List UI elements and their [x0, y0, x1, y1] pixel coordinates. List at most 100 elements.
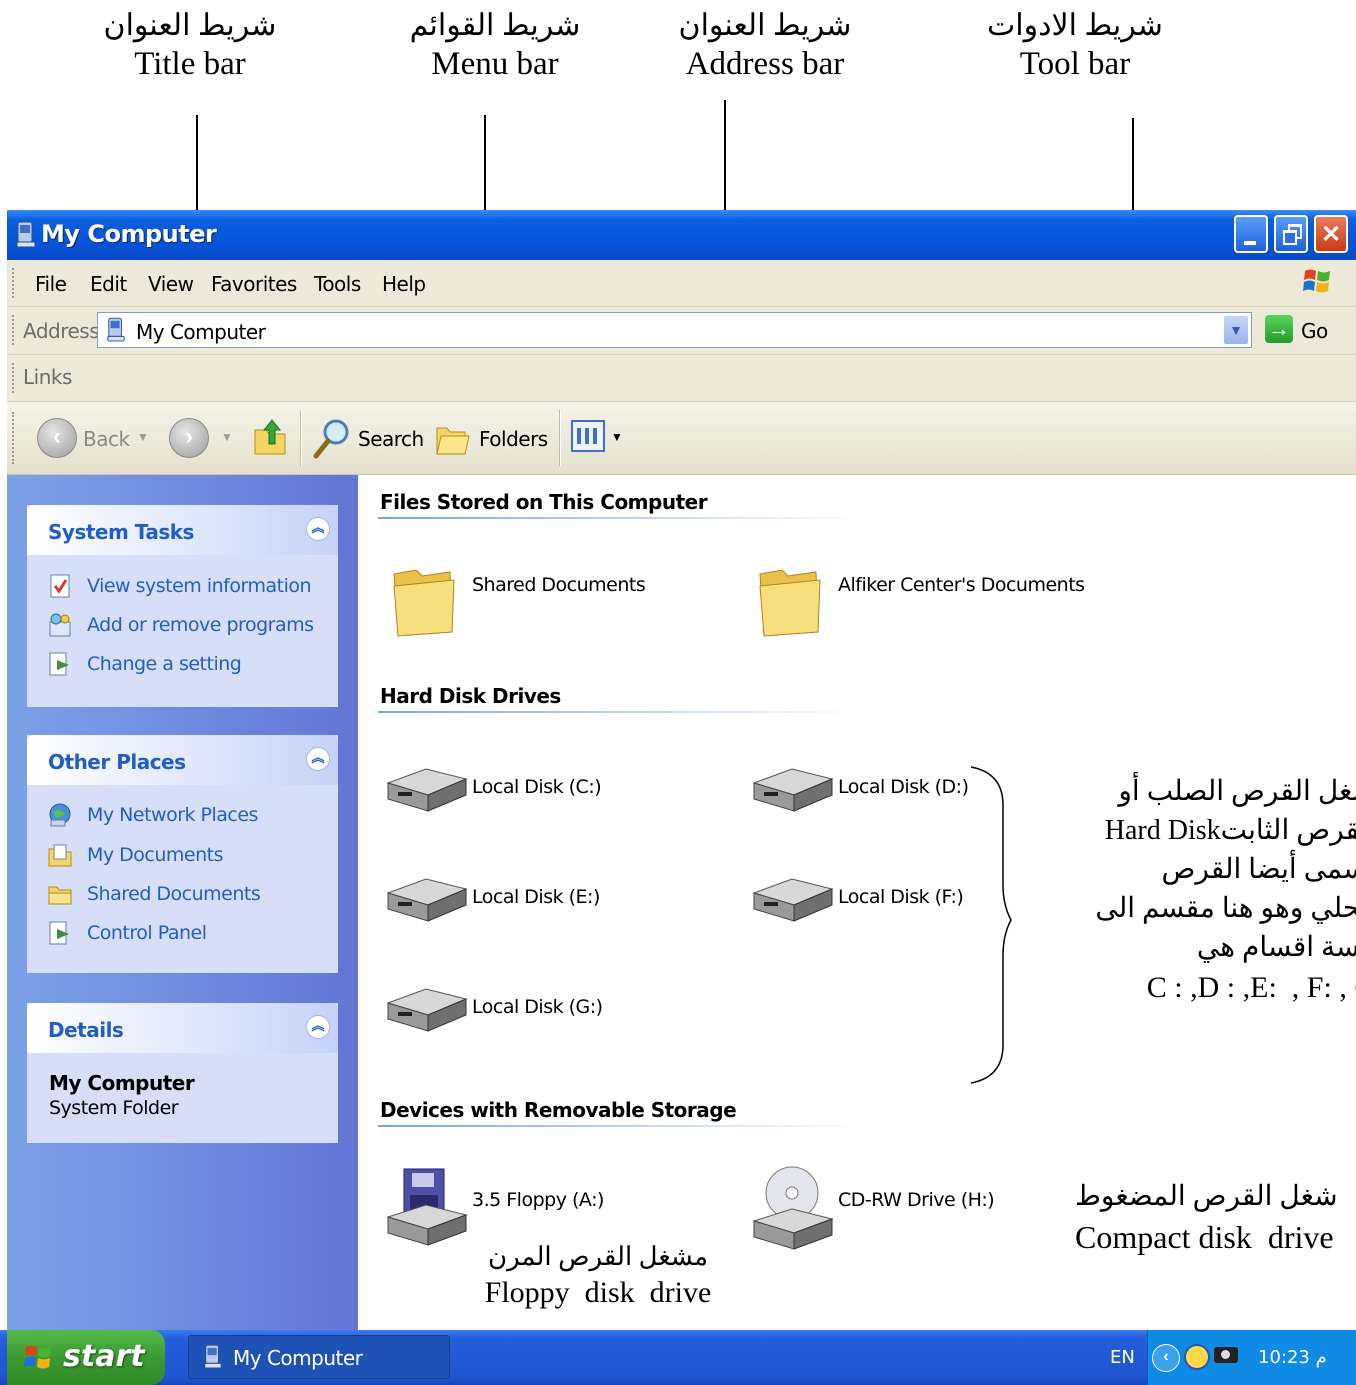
- task-label: Change a setting: [87, 653, 242, 675]
- note-hdd-line: يسمى أيضا القرص: [1161, 854, 1356, 885]
- section-hard-disk-drives: Hard Disk Drives: [380, 684, 561, 708]
- place-label: My Documents: [87, 844, 224, 866]
- windows-logo-icon: [24, 1345, 51, 1369]
- hard-disk-icon: [752, 878, 834, 922]
- note-hard-disk: شغل القرص الصلب أو القرص الثابتHard Disk…: [1015, 772, 1356, 1072]
- address-bar: Address My Computer ▼ → Go: [7, 307, 1356, 355]
- restore-button[interactable]: [1274, 215, 1308, 253]
- taskbar: start My Computer EN ‹ 10:23 م: [0, 1330, 1356, 1385]
- links-grip[interactable]: [12, 363, 17, 393]
- collapse-chevron-icon[interactable]: ︽: [306, 517, 330, 541]
- other-places-panel: Other Places ︽ My Network Places My Docu…: [27, 735, 338, 973]
- back-label: Back: [83, 427, 130, 451]
- note-cd: شغل القرص المضغوط Compact disk drive: [1047, 1178, 1356, 1278]
- annotation-title-bar: شريط العنوان Title bar: [103, 9, 277, 82]
- note-hdd-line: شغل القرص الصلب أو: [1118, 776, 1356, 807]
- search-label: Search: [358, 427, 424, 451]
- language-indicator[interactable]: EN: [1110, 1347, 1135, 1368]
- note-floppy-english: Floppy disk drive: [484, 1276, 712, 1309]
- close-button[interactable]: ✕: [1314, 215, 1348, 253]
- views-button[interactable]: ▼: [571, 420, 631, 456]
- add-remove-programs-icon: [49, 613, 71, 637]
- my-documents-icon: [48, 844, 72, 867]
- address-input[interactable]: My Computer ▼: [97, 312, 1252, 348]
- folder-icon: [393, 569, 455, 637]
- menu-bar: File Edit View Favorites Tools Help: [7, 260, 1356, 307]
- network-places-icon: [49, 803, 71, 827]
- folder-label: Shared Documents: [472, 574, 646, 596]
- links-bar: Links: [7, 355, 1356, 402]
- place-label: Control Panel: [87, 922, 207, 944]
- hard-disk-icon: [386, 988, 468, 1032]
- menu-help[interactable]: Help: [382, 272, 426, 296]
- details-name: My Computer: [49, 1071, 195, 1095]
- note-cd-arabic: شغل القرص المضغوط: [1075, 1181, 1338, 1212]
- annotation-menu-bar: شريط القوائم Menu bar: [409, 9, 581, 82]
- folder-user-documents[interactable]: Alfiker Center's Documents: [756, 560, 1096, 640]
- links-label[interactable]: Links: [23, 365, 72, 389]
- network-tray-icon[interactable]: [1184, 1344, 1210, 1370]
- restore-icon: [1283, 224, 1302, 245]
- disk-g[interactable]: Local Disk (G:): [386, 985, 686, 1045]
- forward-button[interactable]: › ▼: [169, 418, 239, 458]
- disk-e[interactable]: Local Disk (E:): [386, 875, 686, 935]
- my-computer-icon: [107, 317, 125, 342]
- disk-label: Local Disk (D:): [838, 776, 969, 798]
- tool-bar: ‹ Back ▼ › ▼ Search Folders ▼: [7, 402, 1356, 475]
- folders-label: Folders: [479, 427, 548, 451]
- clock[interactable]: 10:23 م: [1258, 1347, 1327, 1368]
- toolbar-grip[interactable]: [12, 412, 17, 464]
- address-dropdown-button[interactable]: ▼: [1224, 316, 1248, 344]
- tray-expand-icon[interactable]: ‹: [1152, 1344, 1180, 1372]
- details-panel: Details ︽ My Computer System Folder: [27, 1003, 338, 1143]
- cd-rw-drive[interactable]: CD-RW Drive (H:): [752, 1165, 1052, 1255]
- title-bar[interactable]: My Computer ✕: [7, 210, 1356, 260]
- note-hdd-line: مسة اقسام هي: [1196, 932, 1356, 963]
- address-label: Address: [23, 319, 100, 343]
- hard-disk-icon: [386, 878, 468, 922]
- toolbar-separator: [559, 410, 561, 466]
- camera-tray-icon[interactable]: [1214, 1347, 1238, 1363]
- taskbar-item-label: My Computer: [233, 1346, 363, 1370]
- taskbar-item-my-computer[interactable]: My Computer: [188, 1335, 450, 1379]
- place-label: My Network Places: [87, 804, 258, 826]
- disk-label: Local Disk (C:): [472, 776, 602, 798]
- note-hdd-line: القرص الثابتHard Disk: [1104, 815, 1356, 846]
- address-grip[interactable]: [12, 315, 17, 345]
- disk-label: Local Disk (E:): [472, 886, 600, 908]
- minimize-button[interactable]: [1234, 215, 1268, 253]
- system-tasks-header[interactable]: System Tasks ︽: [27, 505, 338, 555]
- menu-grip[interactable]: [12, 268, 17, 298]
- start-label: start: [63, 1339, 145, 1374]
- system-info-icon: [50, 574, 70, 598]
- collapse-chevron-icon[interactable]: ︽: [306, 1015, 330, 1039]
- back-button[interactable]: ‹ Back ▼: [37, 418, 157, 458]
- details-header[interactable]: Details ︽: [27, 1003, 338, 1053]
- menu-favorites[interactable]: Favorites: [211, 272, 297, 296]
- annotation-tool-bar: شريط الادوات Tool bar: [987, 9, 1163, 82]
- section-divider: [378, 1125, 858, 1127]
- disk-label: Local Disk (F:): [838, 886, 964, 908]
- folder-shared-documents[interactable]: Shared Documents: [390, 560, 670, 640]
- search-button[interactable]: Search: [312, 416, 424, 460]
- explorer-window: My Computer ✕ File Edit View Favorites T…: [7, 210, 1356, 1330]
- control-panel-icon: [49, 921, 69, 945]
- cd-label: CD-RW Drive (H:): [838, 1189, 995, 1211]
- my-computer-icon: [16, 221, 36, 248]
- collapse-chevron-icon[interactable]: ︽: [306, 747, 330, 771]
- menu-file[interactable]: File: [35, 272, 67, 296]
- other-places-header[interactable]: Other Places ︽: [27, 735, 338, 785]
- folder-icon: [759, 569, 821, 637]
- start-button[interactable]: start: [7, 1330, 165, 1385]
- disk-c[interactable]: Local Disk (C:): [386, 765, 686, 825]
- menu-edit[interactable]: Edit: [90, 272, 127, 296]
- back-dropdown-icon: ▼: [137, 430, 149, 444]
- menu-tools[interactable]: Tools: [314, 272, 361, 296]
- menu-view[interactable]: View: [148, 272, 194, 296]
- folders-button[interactable]: Folders: [435, 416, 555, 460]
- folder-label: Alfiker Center's Documents: [838, 574, 1085, 596]
- forward-arrow-icon: ›: [169, 418, 209, 458]
- go-arrow-icon: →: [1265, 315, 1293, 343]
- section-files-stored: Files Stored on This Computer: [380, 490, 708, 514]
- up-folder-icon[interactable]: [252, 416, 288, 456]
